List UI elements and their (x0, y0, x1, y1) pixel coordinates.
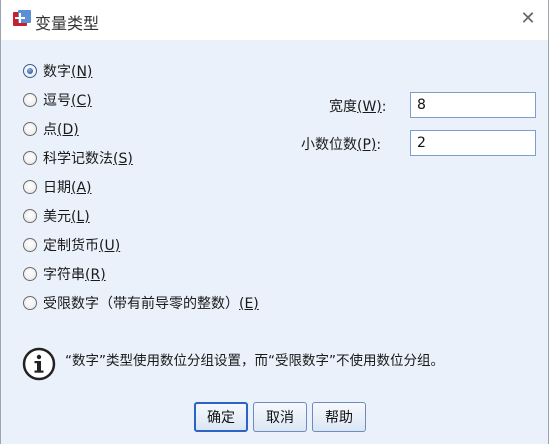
radio-custom-currency[interactable]: 定制货币(U) (23, 235, 120, 255)
cancel-button[interactable]: 取消 (253, 402, 307, 432)
decimals-label: 小数位数(P): (301, 134, 381, 154)
close-icon[interactable]: ✕ (518, 9, 538, 29)
dialog-title: 变量类型 (35, 14, 100, 33)
radio-label: 美元 (43, 209, 71, 225)
radio-indicator[interactable] (23, 151, 37, 165)
info-icon (22, 347, 56, 381)
radio-label: 逗号 (43, 93, 71, 109)
radio-mnemonic: (R) (85, 267, 106, 283)
title-bar: 变量类型 ✕ (1, 0, 548, 40)
radio-comma[interactable]: 逗号(C) (23, 90, 92, 110)
radio-indicator[interactable] (23, 122, 37, 136)
radio-mnemonic: (C) (71, 93, 92, 109)
radio-indicator[interactable] (23, 93, 37, 107)
radio-label: 字符串 (43, 267, 85, 283)
radio-mnemonic: (U) (99, 238, 121, 254)
radio-dollar[interactable]: 美元(L) (23, 206, 90, 226)
radio-restricted-numeric[interactable]: 受限数字（带有前导零的整数）(E) (23, 293, 259, 313)
radio-mnemonic: (S) (113, 151, 133, 167)
radio-label: 定制货币 (43, 238, 99, 254)
ok-button[interactable]: 确定 (194, 402, 248, 432)
radio-indicator[interactable] (23, 180, 37, 194)
decimals-colon: : (376, 137, 382, 153)
variable-type-dialog: 变量类型 ✕ 数字(N) 逗号(C) 点(D) 科学记数法(S) 日期(A) 美… (0, 0, 549, 444)
width-label: 宽度(W): (329, 96, 387, 116)
help-button[interactable]: 帮助 (312, 402, 366, 432)
radio-label: 受限数字（带有前导零的整数） (43, 296, 239, 312)
radio-mnemonic: (A) (71, 180, 92, 196)
app-icon (13, 10, 31, 26)
radio-label: 数字 (43, 64, 71, 80)
width-input[interactable] (410, 92, 536, 118)
decimals-label-text: 小数位数 (301, 137, 357, 153)
width-colon: : (381, 99, 387, 115)
width-label-text: 宽度 (329, 99, 357, 115)
radio-indicator[interactable] (23, 209, 37, 223)
radio-mnemonic: (N) (71, 64, 93, 80)
radio-label: 日期 (43, 180, 71, 196)
width-mnemonic: (W) (357, 99, 382, 115)
radio-scientific[interactable]: 科学记数法(S) (23, 148, 133, 168)
decimals-mnemonic: (P) (357, 137, 377, 153)
radio-string[interactable]: 字符串(R) (23, 264, 106, 284)
radio-dot[interactable]: 点(D) (23, 119, 79, 139)
radio-indicator[interactable] (23, 296, 37, 310)
info-message: “数字”类型使用数位分组设置，而“受限数字”不使用数位分组。 (65, 353, 444, 369)
radio-numeric[interactable]: 数字(N) (23, 61, 92, 81)
radio-indicator[interactable] (23, 238, 37, 252)
radio-date[interactable]: 日期(A) (23, 177, 92, 197)
radio-indicator[interactable] (23, 267, 37, 281)
decimals-input[interactable] (410, 130, 536, 156)
radio-label: 点 (43, 122, 57, 138)
radio-mnemonic: (L) (71, 209, 90, 225)
radio-label: 科学记数法 (43, 151, 113, 167)
radio-mnemonic: (D) (57, 122, 79, 138)
radio-mnemonic: (E) (239, 296, 259, 312)
radio-indicator[interactable] (23, 64, 37, 78)
